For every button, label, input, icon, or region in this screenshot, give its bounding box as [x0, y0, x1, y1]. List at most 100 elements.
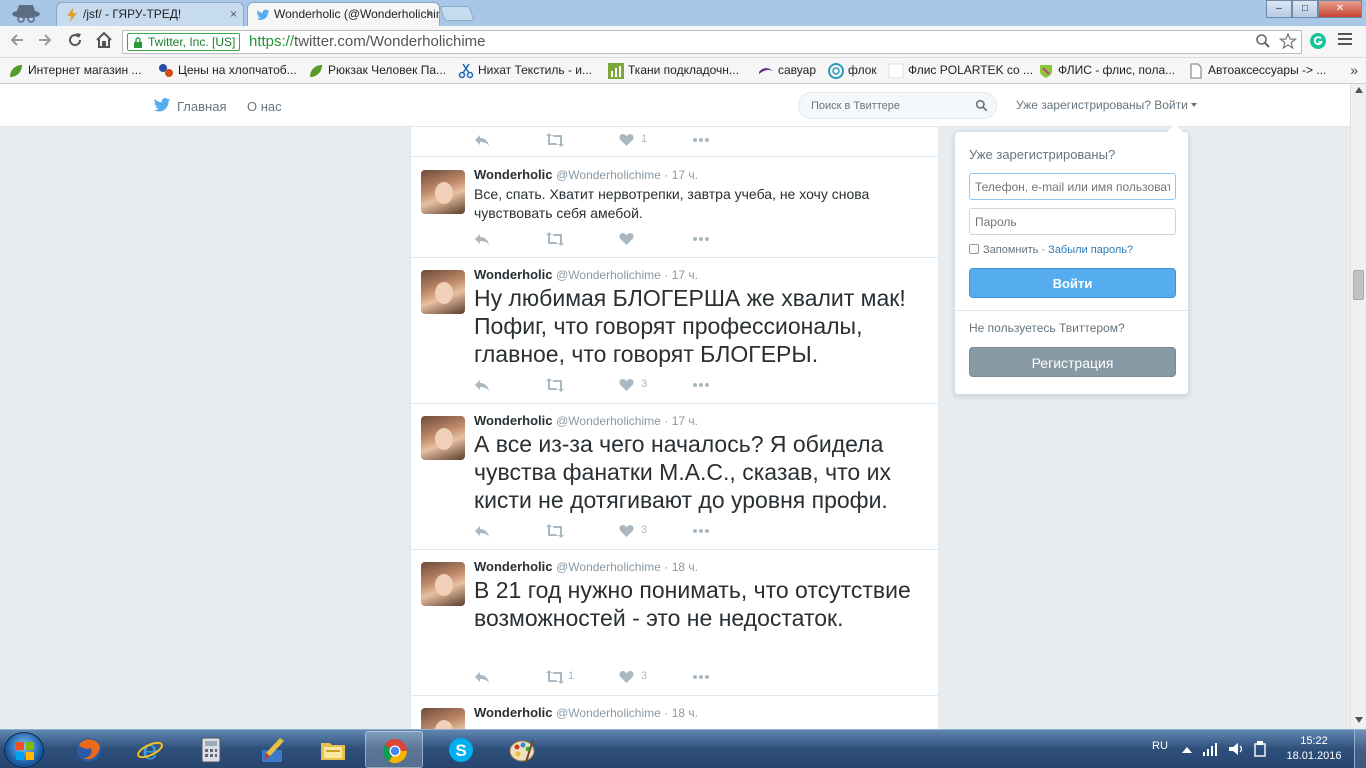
- tweet-author-handle[interactable]: @Wonderholichime: [556, 268, 661, 282]
- chrome-menu-icon[interactable]: [1338, 33, 1352, 47]
- taskbar-paint-brush[interactable]: [243, 731, 301, 768]
- tweet-author-name[interactable]: Wonderholic: [474, 413, 552, 428]
- maximize-button[interactable]: □: [1292, 0, 1318, 18]
- bookmark-label: Автоаксессуары -> ...: [1208, 63, 1327, 77]
- tweet-author-name[interactable]: Wonderholic: [474, 705, 552, 720]
- search-icon[interactable]: [975, 99, 988, 112]
- tweet-timestamp[interactable]: · 17 ч.: [664, 414, 698, 428]
- tweet-author-name[interactable]: Wonderholic: [474, 559, 552, 574]
- bookmark-item[interactable]: савуар: [758, 63, 816, 77]
- tweet[interactable]: Wonderholic @Wonderholichime · 17 ч. А в…: [411, 404, 938, 550]
- bookmark-star-icon[interactable]: [1279, 33, 1297, 49]
- taskbar-calculator[interactable]: [182, 731, 240, 768]
- taskbar-file-explorer[interactable]: [304, 731, 362, 768]
- avatar[interactable]: [421, 562, 465, 606]
- url-text[interactable]: https://twitter.com/Wonderholichime: [249, 33, 486, 50]
- tweet-actions: 3: [474, 523, 774, 539]
- tweet-author-handle[interactable]: @Wonderholichime: [556, 560, 661, 574]
- bookmark-item[interactable]: флок: [828, 63, 877, 79]
- vertical-scrollbar[interactable]: [1350, 84, 1366, 729]
- scissors-icon: [458, 63, 474, 79]
- tweet-author-handle[interactable]: @Wonderholichime: [556, 414, 661, 428]
- scroll-up-icon[interactable]: [1355, 87, 1363, 93]
- remember-checkbox[interactable]: [969, 244, 979, 254]
- volume-icon[interactable]: [1228, 742, 1244, 756]
- bookmark-item[interactable]: Цены на хлопчатоб...: [158, 63, 297, 77]
- scroll-down-icon[interactable]: [1355, 717, 1363, 723]
- signup-button[interactable]: Регистрация: [969, 347, 1176, 377]
- bookmark-item[interactable]: ФЛИС - флис, пола...: [1038, 63, 1175, 78]
- grammarly-extension-icon[interactable]: [1309, 32, 1327, 50]
- new-tab-button[interactable]: [439, 6, 475, 21]
- avatar[interactable]: [421, 170, 465, 214]
- username-field[interactable]: [969, 173, 1176, 200]
- taskbar-chrome[interactable]: [365, 731, 423, 768]
- tab-twitter-wonderholic[interactable]: Wonderholic (@Wonderholichime ×: [247, 2, 440, 26]
- tray-expand-icon[interactable]: [1182, 745, 1192, 753]
- search-input[interactable]: Поиск в Твиттере: [798, 92, 997, 119]
- tweet-timestamp[interactable]: · 17 ч.: [664, 268, 698, 282]
- nav-home[interactable]: Главная: [152, 98, 226, 114]
- login-dropdown-toggle[interactable]: Уже зарегистрированы? Войти: [1016, 98, 1197, 112]
- close-window-button[interactable]: ✕: [1318, 0, 1362, 18]
- svg-text:e: e: [142, 736, 157, 764]
- tweet[interactable]: Wonderholic @Wonderholichime · 18 ч. В 2…: [411, 550, 938, 696]
- more-dots-icon: [693, 383, 709, 387]
- taskbar-skype[interactable]: S: [432, 731, 490, 768]
- blank-page-icon: [888, 63, 904, 79]
- nav-about[interactable]: О нас: [247, 99, 282, 114]
- start-button[interactable]: [4, 732, 44, 768]
- address-bar[interactable]: Twitter, Inc. [US] https://twitter.com/W…: [122, 30, 1302, 54]
- forward-button[interactable]: [34, 31, 56, 53]
- bookmarks-overflow-button[interactable]: »: [1350, 62, 1358, 78]
- tweet-author-handle[interactable]: @Wonderholichime: [556, 168, 661, 182]
- tab-garu-thread[interactable]: /jsf/ - ГЯРУ-ТРЕД! ×: [56, 2, 244, 26]
- tweet-timestamp[interactable]: · 18 ч.: [664, 560, 698, 574]
- tweet-actions-partial: 1: [411, 127, 938, 157]
- minimize-button[interactable]: –: [1266, 0, 1292, 18]
- tweet[interactable]: Wonderholic @Wonderholichime · 18 ч.: [411, 696, 938, 729]
- taskbar-firefox[interactable]: [60, 731, 118, 768]
- taskbar-ie[interactable]: e: [121, 731, 179, 768]
- tab-close-button[interactable]: ×: [230, 7, 237, 21]
- tab-title: /jsf/ - ГЯРУ-ТРЕД!: [83, 7, 182, 21]
- scrollbar-thumb[interactable]: [1353, 270, 1364, 300]
- password-field[interactable]: [969, 208, 1176, 235]
- action-center-icon[interactable]: [1253, 741, 1267, 757]
- system-clock[interactable]: 15:22 18.01.2016: [1284, 734, 1344, 764]
- bookmark-item[interactable]: Автоаксессуары -> ...: [1188, 63, 1327, 79]
- bookmark-item[interactable]: Флис POLARTEK со ...: [888, 63, 1033, 79]
- clock-time: 15:22: [1300, 735, 1328, 747]
- bookmark-item[interactable]: Рюкзак Человек Па...: [308, 63, 446, 77]
- reload-button[interactable]: [64, 31, 86, 53]
- ev-certificate-badge[interactable]: Twitter, Inc. [US]: [127, 33, 241, 51]
- bookmark-item[interactable]: Ткани подкладочн...: [608, 63, 739, 79]
- tweet-author-handle[interactable]: @Wonderholichime: [556, 706, 661, 720]
- taskbar-paint[interactable]: [493, 731, 551, 768]
- tab-close-button[interactable]: ×: [426, 7, 433, 21]
- login-title: Уже зарегистрированы?: [969, 147, 1116, 162]
- signal-strength-icon[interactable]: [1203, 742, 1219, 756]
- forgot-password-link[interactable]: Забыли пароль?: [1048, 244, 1133, 256]
- tweet-author-name[interactable]: Wonderholic: [474, 267, 552, 282]
- signin-button[interactable]: Войти: [969, 268, 1176, 298]
- tweet[interactable]: Wonderholic @Wonderholichime · 17 ч. Ну …: [411, 258, 938, 404]
- back-button[interactable]: [6, 31, 28, 53]
- avatar[interactable]: [421, 416, 465, 460]
- remember-label[interactable]: Запомнить: [983, 244, 1038, 256]
- tweet[interactable]: Wonderholic @Wonderholichime · 17 ч. Все…: [411, 158, 938, 258]
- bookmark-item[interactable]: Интернет магазин ...: [8, 63, 141, 77]
- retweet-icon: [546, 524, 564, 538]
- tweet-timestamp[interactable]: · 17 ч.: [664, 168, 698, 182]
- zoom-icon[interactable]: [1255, 33, 1271, 49]
- bookmark-item[interactable]: Нихат Текстиль - и...: [458, 63, 592, 79]
- tweet-timestamp[interactable]: · 18 ч.: [664, 706, 698, 720]
- retweet-count: 1: [568, 670, 575, 682]
- language-indicator[interactable]: RU: [1152, 740, 1168, 752]
- show-desktop-button[interactable]: [1354, 730, 1366, 768]
- avatar[interactable]: [421, 708, 465, 729]
- home-button[interactable]: [93, 31, 115, 53]
- reply-icon: [475, 135, 489, 146]
- tweet-author-name[interactable]: Wonderholic: [474, 167, 552, 182]
- avatar[interactable]: [421, 270, 465, 314]
